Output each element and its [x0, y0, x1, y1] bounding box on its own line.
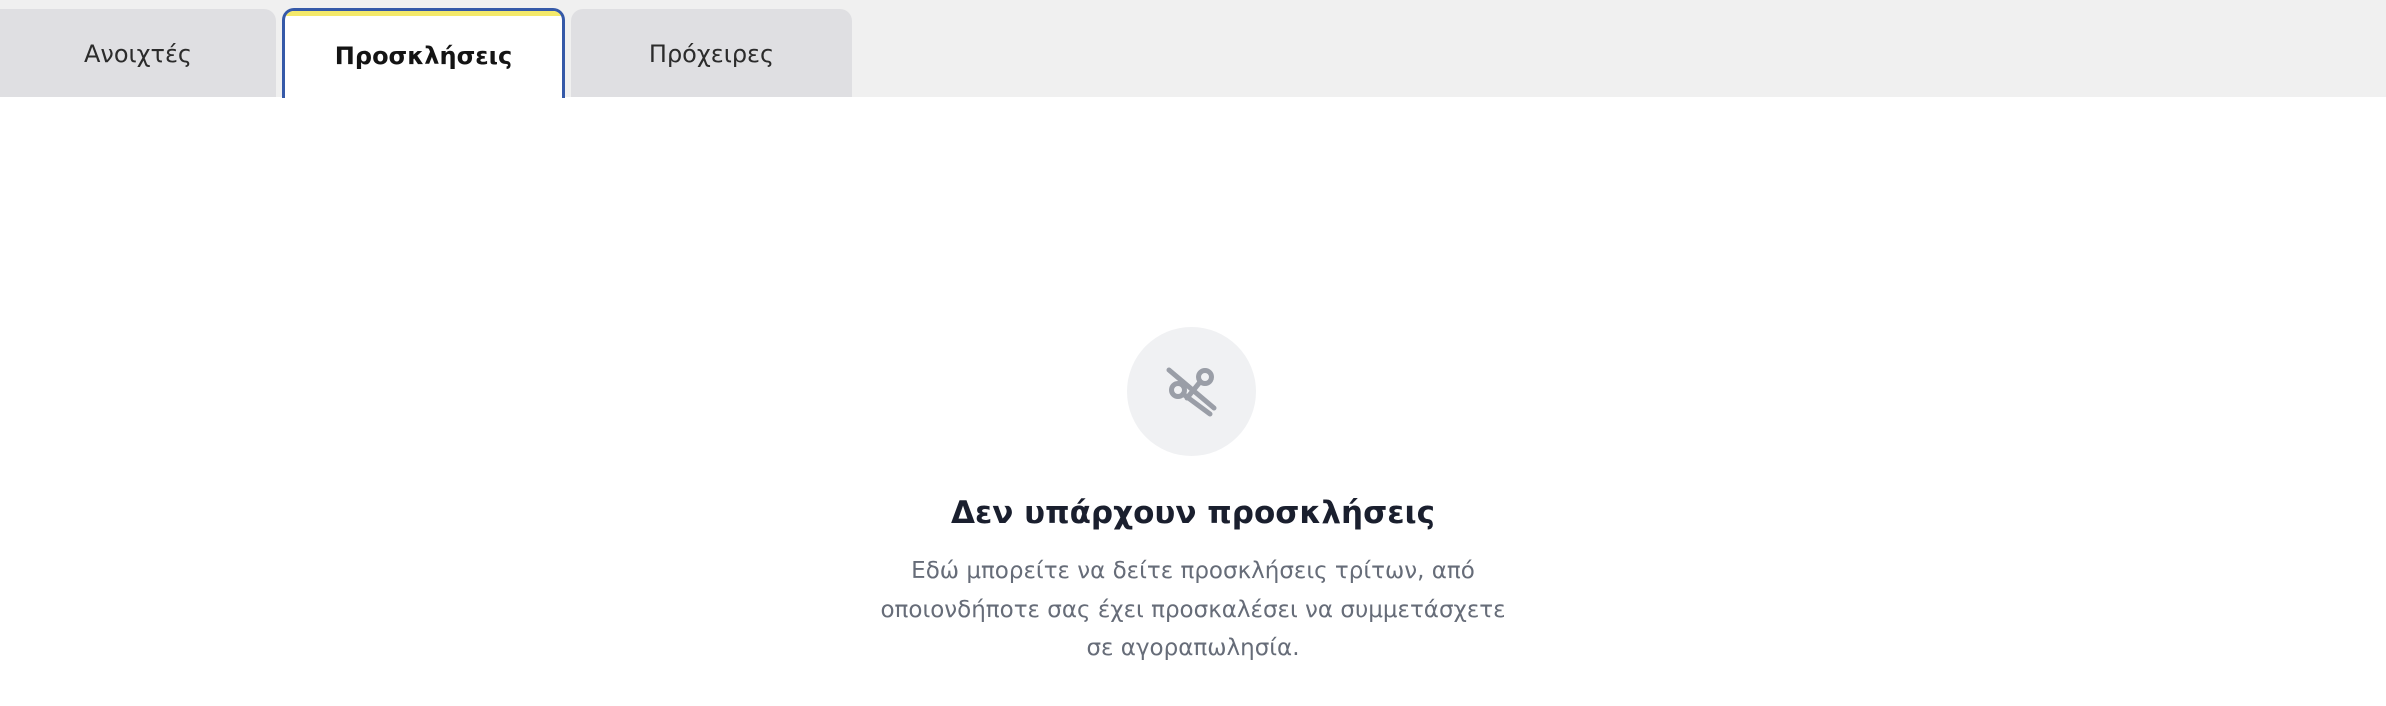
scissors-off-icon — [1166, 367, 1216, 416]
tab-open-label: Ανοιχτές — [84, 40, 192, 68]
tab-drafts-label: Πρόχειρες — [648, 40, 775, 68]
active-tab-accent — [285, 11, 562, 16]
tab-open[interactable]: Ανοιχτές — [0, 9, 276, 97]
tab-drafts[interactable]: Πρόχειρες — [571, 9, 852, 97]
tab-bar: Ανοιχτές Προσκλήσεις Πρόχειρες — [0, 0, 2386, 98]
tab-invitations-label: Προσκλήσεις — [334, 41, 513, 70]
tab-invitations[interactable]: Προσκλήσεις — [282, 8, 565, 98]
empty-state-icon-circle — [1127, 327, 1256, 456]
empty-state-title: Δεν υπάρχουν προσκλήσεις — [951, 495, 1435, 531]
empty-state-description: Εδώ μπορείτε να δείτε προσκλήσεις τρίτων… — [880, 558, 1506, 661]
